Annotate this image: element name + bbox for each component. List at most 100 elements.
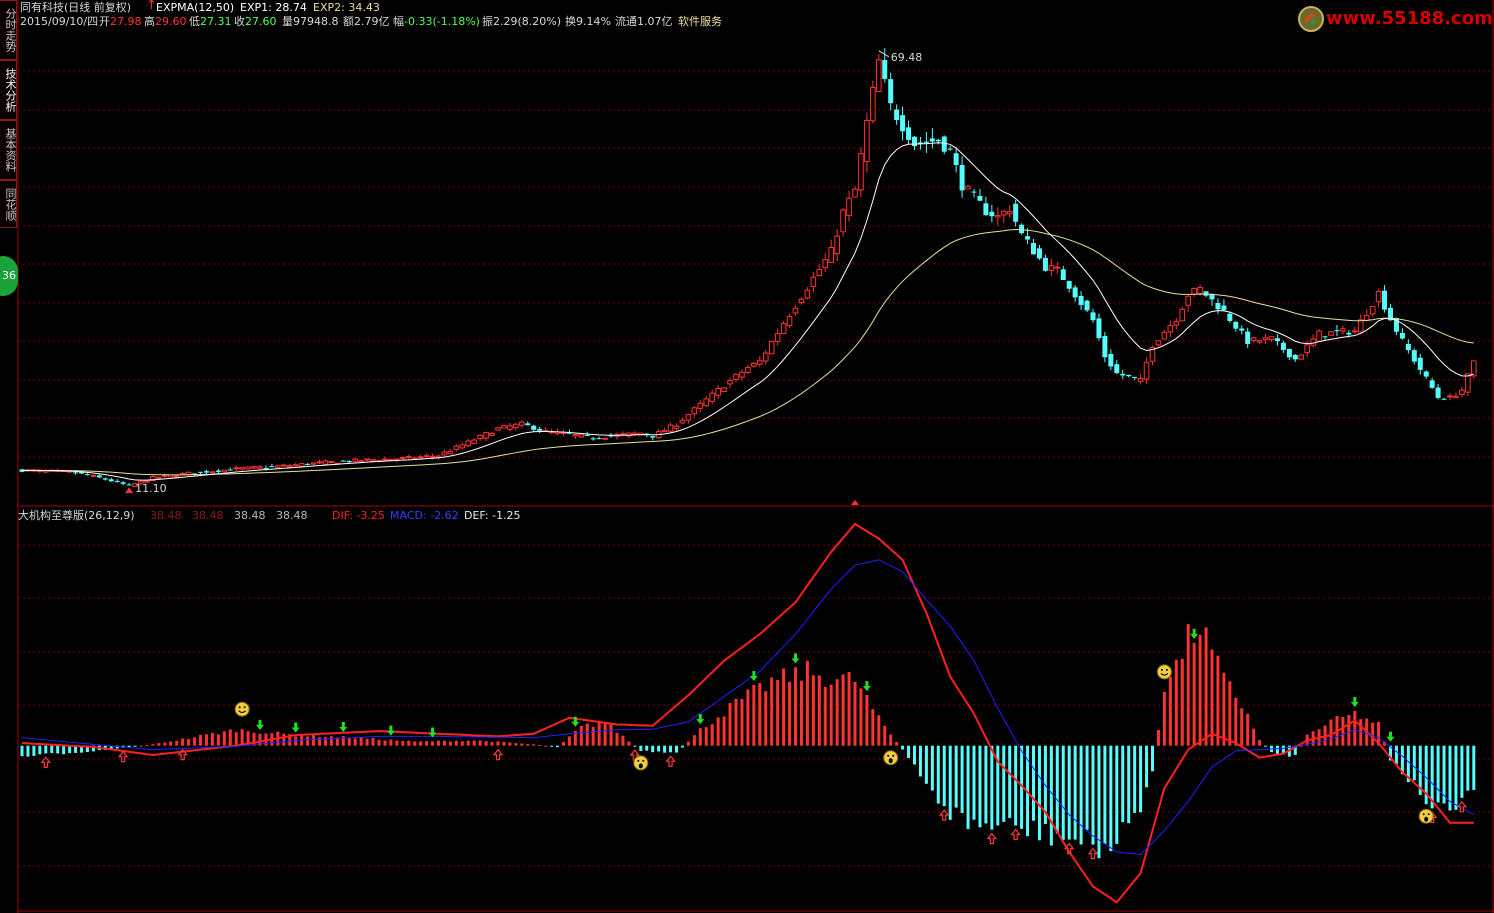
candle-body [352,458,358,462]
candle-body [929,138,935,142]
candle-body [762,352,769,362]
macd-bar [978,745,982,828]
candle-body [108,479,114,482]
candle-body [417,456,424,459]
macd-bar [889,734,893,746]
quote-amount: 额2.79亿 [343,15,390,28]
candle-body [1352,330,1358,333]
macd-bar [460,741,464,746]
macd-bar [407,740,411,746]
tab-technical[interactable]: 技术分析 [0,60,17,120]
quote-amplitude: 振2.29(8.20%) [482,15,562,28]
candle-body [1013,203,1019,222]
macd-bar [318,737,321,746]
candle-body [685,414,692,421]
candle-body [751,362,757,367]
candle-body [489,432,495,436]
macd-bar [1073,745,1077,840]
face-eye [238,706,241,709]
quote-float-cap: 流通1.07亿 [615,15,673,28]
site-logo[interactable]: www.55188.com [1294,4,1493,34]
macd-bar [50,745,54,754]
tab-fundamentals[interactable]: 基本资料 [0,120,17,180]
macd-bar [1258,739,1262,746]
macd-bar [859,688,863,746]
macd-histogram [20,624,1476,859]
candle-body [1382,290,1388,310]
candle-body [1072,287,1078,298]
candle-body [459,444,466,449]
macd-bar [1353,711,1357,746]
macd-bar [960,745,964,813]
macd-bar [514,743,518,746]
candle-body [882,59,888,79]
candle-body [1019,224,1025,234]
indicator-name[interactable]: EXPMA(12,50) [156,1,234,14]
macd-indicator-name[interactable]: 大机构至尊版(26,12,9) [18,509,135,522]
exp1-line [21,142,1474,481]
candle-body [757,360,763,365]
candle-body [900,115,906,132]
macd-bar [377,739,381,746]
macd-bar [639,745,643,751]
buy-arrow-icon [1456,800,1468,813]
candle-body [221,469,228,473]
macd-bar [395,740,399,746]
macd-bar [413,741,417,746]
macd-bar [1240,708,1244,746]
candle-body [531,425,537,430]
candle-body [1197,287,1203,294]
macd-bar [913,745,916,765]
tab-tonghuashun[interactable]: 同花顺 [0,180,17,228]
macd-bar [466,740,470,746]
chart-canvas [17,0,1494,913]
macd-bar [38,745,42,755]
chart-stage: 分时走势 技术分析 基本资料 同花顺 36 同有科技(日线 前复权) ↑ EXP… [0,0,1494,913]
macd-bar [204,734,208,746]
macd-bar [794,667,797,746]
candle-body [90,474,97,477]
macd-bar [883,725,887,746]
macd-bar [829,684,833,746]
high-marker-line [878,50,890,58]
macd-bar [419,741,423,746]
macd-bar [240,729,244,746]
candle-body [1221,305,1227,311]
macd-bar [788,681,792,746]
macd-bar [1228,681,1232,746]
candle-body [620,433,626,436]
macd-bar [1127,745,1131,824]
candle-body [1066,280,1072,289]
candle-body [1108,353,1114,367]
macd-bar [966,745,970,829]
macd-bar [502,741,506,746]
macd-bar [901,745,905,750]
candle-body [632,432,638,435]
face-mouth [1424,816,1429,822]
macd-bar [1139,745,1143,813]
candle-body [447,450,454,455]
quote-sector[interactable]: 软件服务 [678,15,722,28]
badge-count[interactable]: 36 [0,256,18,296]
tab-intraday[interactable]: 分时走势 [0,0,17,60]
candle-body [667,424,674,432]
macd-bar [728,703,732,746]
macd-bar [936,745,940,804]
candle-body [834,235,840,255]
macd-bar [431,741,435,746]
candle-body [346,460,352,463]
candle-body [1298,354,1305,360]
candle-body [995,215,1001,218]
candle-body [215,470,221,472]
sell-arrow-icon [749,671,758,682]
candle-body [382,458,388,461]
face-mouth [888,758,893,764]
candle-body [73,472,79,474]
macd-bar [1091,745,1095,845]
macd-bar [62,745,66,755]
candle-body [1340,328,1346,332]
macd-bar [740,699,744,746]
macd-bar [1008,745,1012,818]
candle-body [894,109,900,120]
macd-bar [389,739,393,746]
